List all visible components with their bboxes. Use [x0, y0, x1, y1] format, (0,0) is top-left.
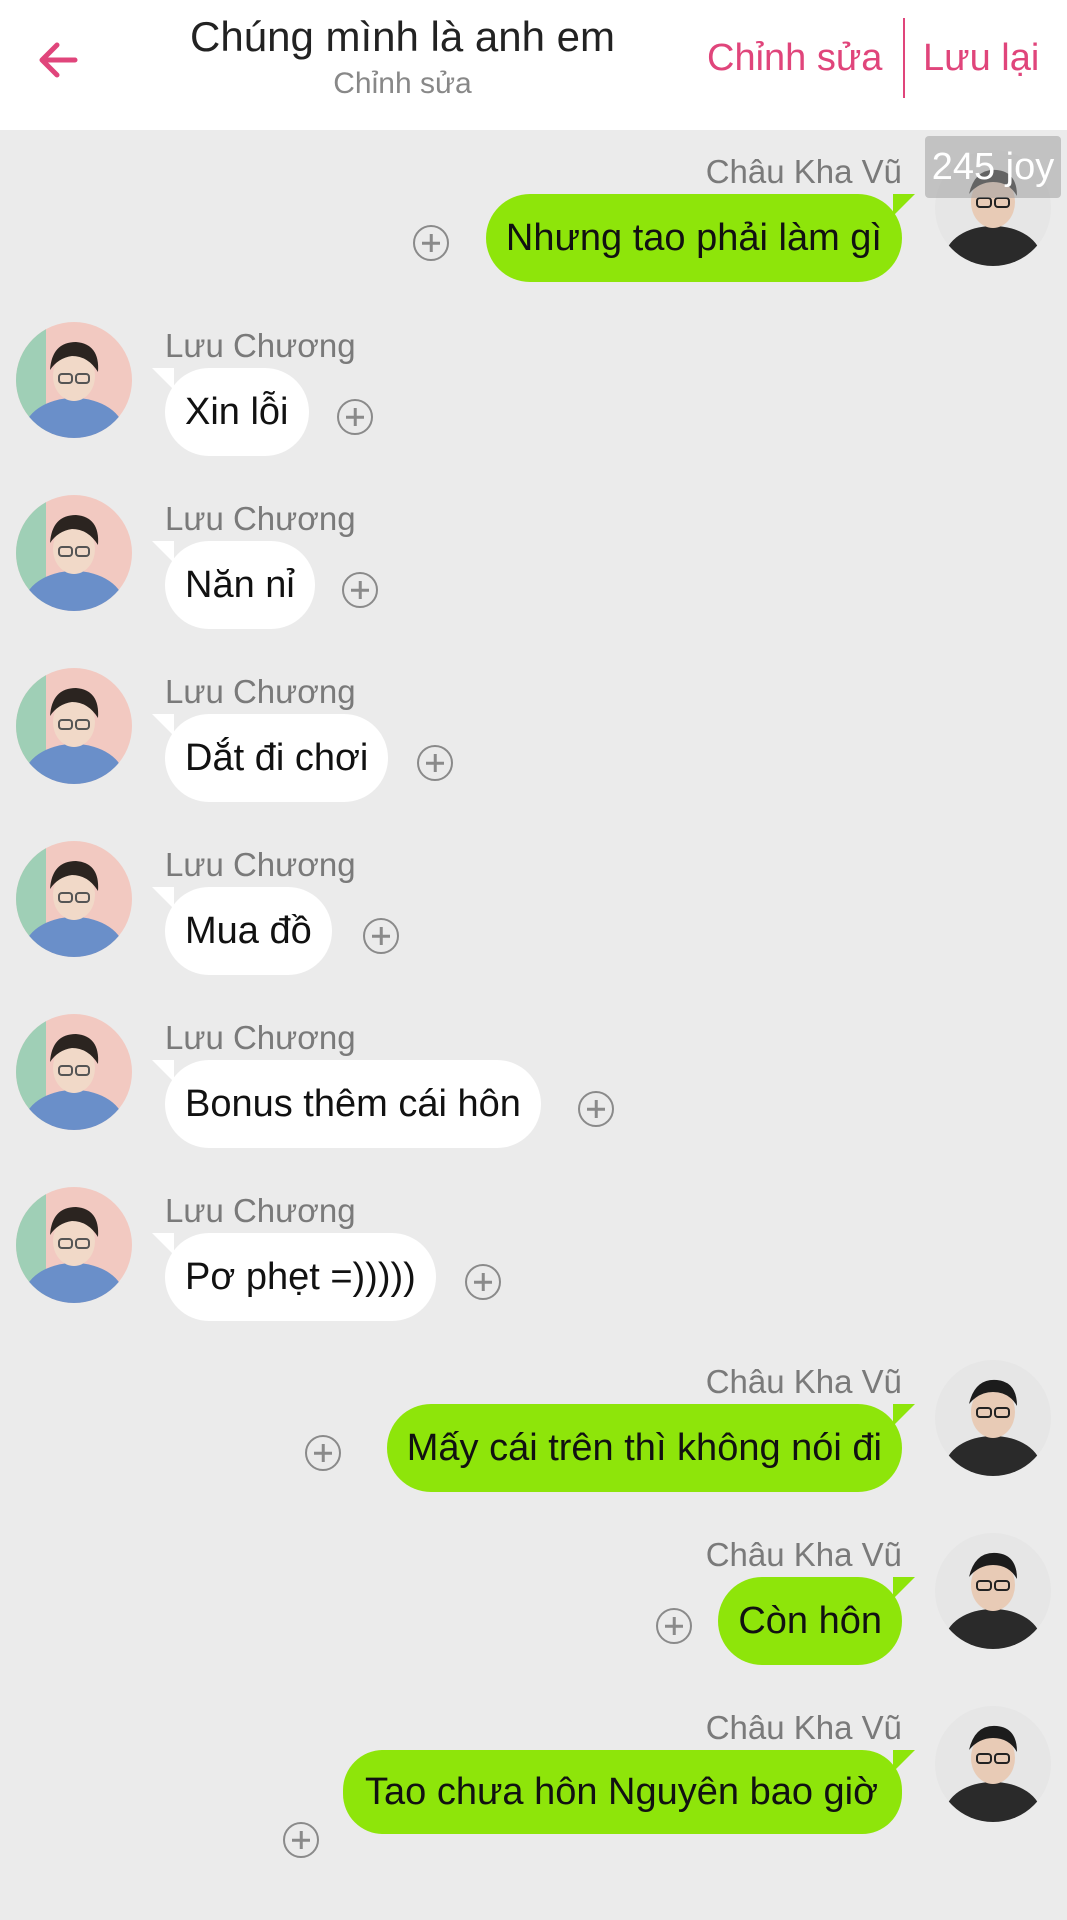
sender-name: Lưu Chương — [165, 500, 356, 537]
add-reaction-button[interactable] — [417, 745, 453, 781]
message-row: Lưu Chương Xin lỗi — [0, 322, 1067, 472]
message-row: Châu Kha Vũ Còn hôn — [0, 1533, 1067, 1683]
avatar[interactable] — [935, 1533, 1051, 1649]
message-bubble[interactable]: Dắt đi chơi — [165, 714, 389, 802]
avatar[interactable] — [16, 495, 132, 611]
sender-name: Lưu Chương — [165, 1192, 356, 1229]
arrow-left-icon — [39, 42, 78, 78]
bubble-tail — [893, 1404, 915, 1426]
sender-name: Châu Kha Vũ — [705, 1363, 902, 1400]
header-bar: Chúng mình là anh em Chỉnh sửa Chỉnh sửa… — [0, 0, 1067, 130]
sender-name: Châu Kha Vũ — [705, 153, 902, 190]
avatar-image — [935, 1533, 1051, 1649]
add-reaction-button[interactable] — [578, 1091, 614, 1127]
sender-name: Châu Kha Vũ — [705, 1536, 902, 1573]
avatar[interactable] — [935, 1360, 1051, 1476]
message-bubble[interactable]: Tao chưa hôn Nguyên bao giờ — [343, 1750, 902, 1834]
back-button[interactable] — [30, 32, 86, 88]
avatar-image — [16, 1014, 132, 1130]
add-reaction-button[interactable] — [656, 1608, 692, 1644]
sender-name: Châu Kha Vũ — [705, 1709, 902, 1746]
message-row: Lưu Chương Năn nỉ — [0, 495, 1067, 645]
bubble-tail — [152, 1060, 174, 1082]
message-row: Lưu Chương Pơ phẹt =))))) — [0, 1187, 1067, 1337]
add-reaction-button[interactable] — [283, 1822, 319, 1858]
avatar-image — [16, 1187, 132, 1303]
message-bubble[interactable]: Mấy cái trên thì không nói đi — [386, 1404, 902, 1492]
watermark-label: 245 joy — [925, 136, 1061, 198]
avatar-image — [935, 1706, 1051, 1822]
avatar-image — [935, 1360, 1051, 1476]
save-button[interactable]: Lưu lại — [923, 32, 1039, 84]
message-row: Châu Kha Vũ Nhưng tao phải làm gì — [0, 150, 1067, 300]
message-row: Lưu Chương Dắt đi chơi — [0, 668, 1067, 818]
message-bubble[interactable]: Bonus thêm cái hôn — [165, 1060, 541, 1148]
avatar[interactable] — [16, 322, 132, 438]
add-reaction-button[interactable] — [363, 918, 399, 954]
message-row: Châu Kha Vũ Mấy cái trên thì không nói đ… — [0, 1360, 1067, 1510]
avatar-image — [16, 322, 132, 438]
bubble-tail — [152, 368, 174, 390]
avatar[interactable] — [16, 1014, 132, 1130]
message-bubble[interactable]: Mua đồ — [165, 887, 332, 975]
message-row: Lưu Chương Bonus thêm cái hôn — [0, 1014, 1067, 1164]
bubble-tail — [893, 194, 915, 216]
bubble-tail — [152, 1233, 174, 1255]
bubble-tail — [893, 1750, 915, 1772]
message-row: Lưu Chương Mua đồ — [0, 841, 1067, 991]
add-reaction-button[interactable] — [465, 1264, 501, 1300]
message-bubble[interactable]: Xin lỗi — [165, 368, 309, 456]
message-bubble[interactable]: Còn hôn — [718, 1577, 902, 1665]
sender-name: Lưu Chương — [165, 673, 356, 710]
message-bubble[interactable]: Pơ phẹt =))))) — [165, 1233, 436, 1321]
avatar-image — [16, 495, 132, 611]
avatar[interactable] — [16, 668, 132, 784]
chat-subtitle: Chỉnh sửa — [333, 67, 472, 100]
sender-name: Lưu Chương — [165, 327, 356, 364]
add-reaction-button[interactable] — [413, 225, 449, 261]
edit-button[interactable]: Chỉnh sửa — [707, 32, 882, 84]
chat-title: Chúng mình là anh em — [190, 13, 615, 60]
sender-name: Lưu Chương — [165, 846, 356, 883]
add-reaction-button[interactable] — [337, 399, 373, 435]
bubble-tail — [893, 1577, 915, 1599]
avatar[interactable] — [16, 841, 132, 957]
bubble-tail — [152, 887, 174, 909]
avatar[interactable] — [16, 1187, 132, 1303]
message-row: Châu Kha Vũ Tao chưa hôn Nguyên bao giờ — [0, 1706, 1067, 1906]
avatar-image — [16, 668, 132, 784]
avatar[interactable] — [935, 1706, 1051, 1822]
avatar-image — [16, 841, 132, 957]
title-block: Chúng mình là anh em Chỉnh sửa — [150, 10, 655, 104]
bubble-tail — [152, 714, 174, 736]
sender-name: Lưu Chương — [165, 1019, 356, 1056]
bubble-tail — [152, 541, 174, 563]
add-reaction-button[interactable] — [342, 572, 378, 608]
message-bubble[interactable]: Nhưng tao phải làm gì — [485, 194, 902, 282]
message-bubble[interactable]: Năn nỉ — [165, 541, 315, 629]
header-divider — [903, 18, 905, 98]
add-reaction-button[interactable] — [305, 1435, 341, 1471]
